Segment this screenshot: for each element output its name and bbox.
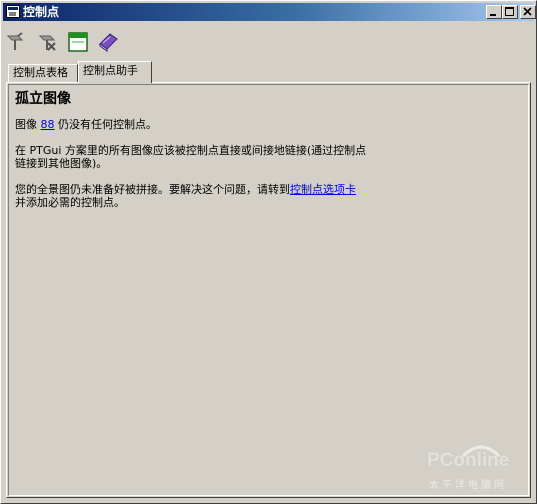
window-icon — [68, 32, 88, 52]
image-number-link[interactable]: 88 — [41, 118, 55, 131]
window-view-button[interactable] — [65, 29, 91, 55]
window-title: 控制点 — [23, 5, 60, 19]
pin-tool-icon — [6, 32, 24, 50]
tab-control-point-assistant[interactable]: 控制点助手 — [78, 61, 152, 83]
minimize-button[interactable] — [486, 5, 502, 19]
maximize-button[interactable] — [502, 5, 518, 19]
message-line: 链接到其他图像)。 — [15, 157, 108, 170]
help-book-button[interactable] — [95, 29, 121, 55]
watermark-subtitle: 太平洋电脑网 — [429, 480, 507, 491]
title-bar[interactable]: 控制点 — [3, 3, 536, 21]
maximize-icon — [505, 7, 514, 16]
tab-control-point-table[interactable]: 控制点表格 — [8, 64, 78, 82]
message-text: 仍没有任何控制点。 — [54, 118, 157, 131]
pin-remove-icon — [38, 35, 56, 51]
tab-label: 控制点助手 — [83, 64, 138, 77]
link-requirement-message: 在 PTGui 方案里的所有图像应该被控制点直接或间接地链接(通过控制点 链接到… — [15, 144, 366, 170]
assistant-panel: 孤立图像 图像 88 仍没有任何控制点。 在 PTGui 方案里的所有图像应该被… — [6, 82, 531, 498]
message-text: 您的全景图仍未准备好被拼接。要解决这个问题，请转到 — [15, 183, 290, 196]
minimize-icon — [490, 14, 496, 16]
tab-label: 控制点表格 — [13, 66, 68, 79]
add-control-point-button[interactable] — [3, 29, 29, 55]
book-icon — [99, 33, 118, 52]
app-window-icon — [6, 5, 20, 18]
watermark-logo: PConline — [427, 450, 510, 471]
page-title: 孤立图像 — [15, 91, 71, 107]
remove-control-point-button[interactable] — [35, 29, 61, 55]
assistant-content: 孤立图像 图像 88 仍没有任何控制点。 在 PTGui 方案里的所有图像应该被… — [8, 84, 529, 496]
isolated-image-message: 图像 88 仍没有任何控制点。 — [15, 118, 157, 131]
message-line: 在 PTGui 方案里的所有图像应该被控制点直接或间接地链接(通过控制点 — [15, 144, 367, 157]
toolbar — [1, 23, 537, 59]
message-line: 并添加必需的控制点。 — [15, 196, 125, 209]
close-icon — [523, 7, 532, 16]
close-button[interactable] — [520, 5, 536, 19]
message-text: 图像 — [15, 118, 41, 131]
control-points-window: 控制点 控制点表格 控制点助手 孤立图像 图像 88 仍没有任何控制点。 在 P… — [0, 0, 537, 504]
control-points-tab-link[interactable]: 控制点选项卡 — [290, 183, 356, 196]
not-ready-message: 您的全景图仍未准备好被拼接。要解决这个问题，请转到控制点选项卡 并添加必需的控制… — [15, 183, 356, 209]
watermark: PConline 太平洋电脑网 — [399, 438, 531, 496]
